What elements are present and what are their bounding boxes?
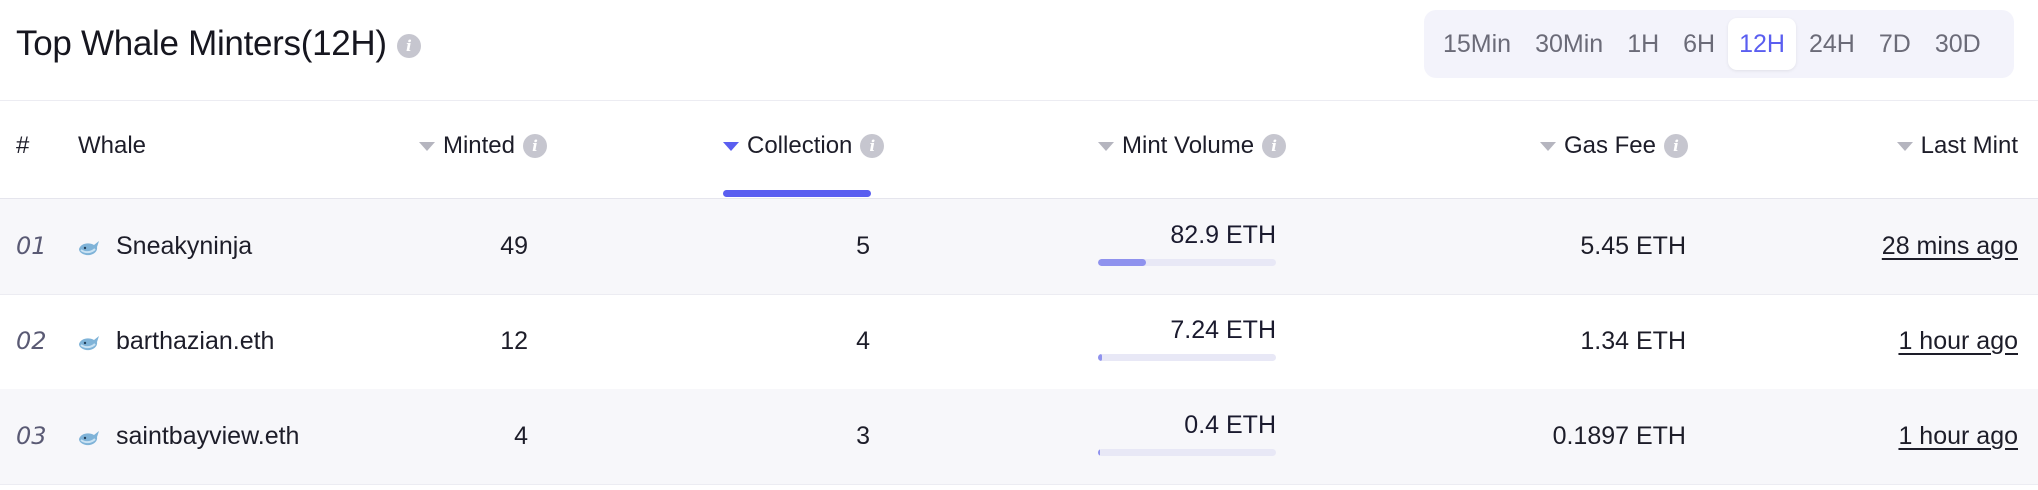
whale-name[interactable]: barthazian.eth [116,294,274,389]
mint-volume-bar-fill [1098,354,1102,361]
mint-volume-cell: 7.24 ETH [1098,294,1276,389]
mint-volume-cell: 0.4 ETH [1098,389,1276,484]
last-mint-link[interactable]: 1 hour ago [1898,294,2018,389]
time-filter-30d[interactable]: 30D [1924,18,1992,70]
gas-fee-value: 5.45 ETH [1580,232,1686,260]
row-index: 03 [16,422,47,450]
last-mint-link[interactable]: 28 mins ago [1882,199,2018,294]
mint-volume-bar [1098,449,1276,456]
column-gas-fee-label: Gas Fee [1563,132,1656,159]
column-last-mint[interactable]: Last Mint [1896,128,2018,164]
widget-title-text: Top Whale Minters(12H) [16,24,387,63]
table-row[interactable]: 02 barthazian.eth 12 4 7.24 ETH 1.34 ETH… [0,294,2038,390]
time-filter-24h[interactable]: 24H [1798,18,1866,70]
info-icon[interactable]: i [523,134,547,158]
time-filter-30min[interactable]: 30Min [1524,18,1614,70]
whale-cell[interactable]: saintbayview.eth [76,389,299,484]
widget-title: Top Whale Minters(12H) i [16,20,421,68]
mint-volume-value: 0.4 ETH [1184,411,1276,439]
column-collection[interactable]: Collection i [723,128,885,164]
mint-volume-value: 7.24 ETH [1170,316,1276,344]
sort-triangle-icon [723,141,739,151]
mint-volume-bar [1098,354,1276,361]
info-icon[interactable]: i [1664,134,1688,158]
column-last-mint-label: Last Mint [1920,132,2018,159]
collection-value: 5 [856,232,870,260]
mint-volume-bar [1098,259,1276,266]
info-icon[interactable]: i [860,134,885,158]
sort-triangle-icon [1896,141,1913,151]
info-icon[interactable]: i [396,34,421,58]
sort-triangle-icon [1539,141,1556,151]
column-gas-fee[interactable]: Gas Fee i [1539,128,1688,164]
last-mint-link[interactable]: 1 hour ago [1898,389,2018,484]
info-icon[interactable]: i [1262,134,1287,158]
gas-fee-value: 1.34 ETH [1580,327,1686,355]
time-filter-group: 15Min 30Min 1H 6H 12H 24H 7D 30D [1424,10,2014,78]
row-index: 01 [16,232,47,260]
time-filter-6h[interactable]: 6H [1672,18,1726,70]
whale-cell[interactable]: Sneakyninja [76,199,252,294]
column-collection-label: Collection [747,132,853,159]
whale-name[interactable]: saintbayview.eth [116,389,299,484]
column-minted[interactable]: Minted i [418,128,547,164]
mint-volume-bar-fill [1098,259,1147,266]
table-row[interactable]: 01 Sneakyninja 49 5 82.9 ETH 5.45 ETH 28… [0,199,2038,295]
column-index: # [16,128,29,164]
minted-value: 4 [514,422,528,450]
whale-icon [79,240,99,255]
mint-volume-value: 82.9 ETH [1170,221,1276,249]
time-filter-12h[interactable]: 12H [1728,18,1796,70]
sort-triangle-icon [1098,141,1114,151]
column-whale: Whale [78,128,146,164]
sort-triangle-icon [418,141,435,151]
row-index: 02 [16,327,47,355]
column-mint-volume[interactable]: Mint Volume i [1098,128,1287,164]
whale-cell[interactable]: barthazian.eth [76,294,274,389]
whale-name[interactable]: Sneakyninja [116,199,252,294]
whale-icon [79,335,99,350]
widget-header: Top Whale Minters(12H) i 15Min 30Min 1H 6… [0,0,2038,101]
table-row[interactable]: 03 saintbayview.eth 4 3 0.4 ETH 0.1897 E… [0,389,2038,485]
column-whale-label: Whale [78,132,147,159]
whale-icon [79,430,99,445]
collection-value: 3 [856,422,870,450]
column-minted-label: Minted [442,132,515,159]
gas-fee-value: 0.1897 ETH [1552,422,1686,450]
table-header: # Whale Minted i Collection i Mint Volum… [0,100,2038,199]
minted-value: 12 [500,327,528,355]
column-index-label: # [16,132,30,159]
time-filter-15min[interactable]: 15Min [1432,18,1522,70]
active-sort-indicator [723,190,871,197]
mint-volume-bar-fill [1098,449,1101,456]
collection-value: 4 [856,327,870,355]
mint-volume-cell: 82.9 ETH [1098,199,1276,294]
time-filter-7d[interactable]: 7D [1868,18,1922,70]
time-filter-1h[interactable]: 1H [1616,18,1670,70]
column-mint-volume-label: Mint Volume [1122,132,1255,159]
minted-value: 49 [500,232,528,260]
